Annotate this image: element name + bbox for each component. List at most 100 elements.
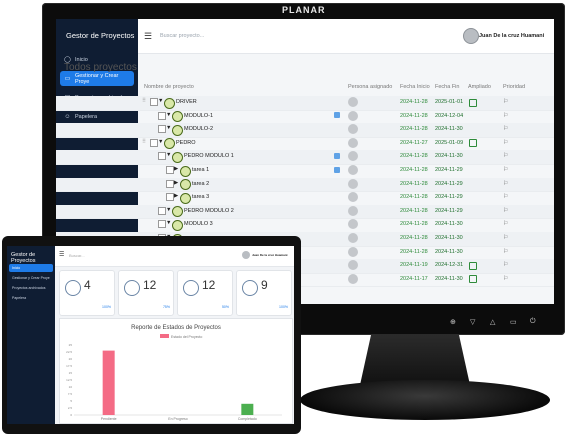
row-checkbox[interactable] (158, 206, 166, 215)
table-row[interactable]: ⠿ ▼ PEDRO 2024-11-27 2025-01-09 ⚐ (56, 137, 554, 152)
calendar-icon[interactable] (469, 275, 477, 284)
assignee-avatar[interactable] (348, 219, 358, 230)
laptop-user-name[interactable]: Juan De la cruz Huamani (252, 253, 288, 257)
laptop-search-input[interactable]: Buscar... (69, 253, 85, 258)
project-name[interactable]: PEDRO MODULO 1 (184, 153, 234, 159)
priority-flag-icon[interactable]: ⚐ (503, 275, 508, 282)
calendar-icon[interactable] (469, 98, 477, 107)
row-checkbox[interactable] (158, 125, 166, 134)
row-checkbox[interactable] (150, 138, 158, 147)
priority-flag-icon[interactable]: ⚐ (503, 248, 508, 255)
project-name[interactable]: MODULO-2 (184, 126, 213, 132)
table-row[interactable]: ▼ MODULO 3 2024-11-28 2024-11-30 ⚐ (56, 218, 554, 233)
row-checkbox[interactable] (150, 98, 158, 106)
drag-handle-icon[interactable]: ⠿ (142, 139, 146, 145)
project-name[interactable]: PEDRO MODULO 2 (184, 208, 234, 214)
comment-icon[interactable] (334, 152, 340, 159)
calendar-icon[interactable] (469, 139, 477, 148)
row-checkbox[interactable] (158, 220, 166, 229)
priority-flag-icon[interactable]: ⚐ (503, 139, 508, 146)
comment-icon[interactable] (334, 166, 340, 173)
project-name[interactable]: MODULO-1 (184, 113, 213, 119)
expand-toggle-icon[interactable]: ▼ (166, 112, 171, 118)
expand-toggle-icon[interactable]: ▼ (158, 98, 163, 104)
column-header[interactable]: Fecha Inicio (400, 84, 430, 90)
row-checkbox[interactable] (158, 152, 166, 161)
monitor-control-button[interactable]: ⊕ (450, 318, 456, 326)
row-checkbox[interactable] (166, 166, 174, 174)
column-header[interactable]: Fecha Fin (435, 84, 459, 90)
column-header[interactable]: Persona asignado (348, 84, 392, 90)
expand-toggle-icon[interactable]: ▼ (166, 152, 171, 158)
column-header[interactable]: Prioridad (503, 84, 525, 90)
priority-flag-icon[interactable]: ⚐ (503, 180, 508, 187)
assignee-avatar[interactable] (348, 233, 358, 243)
table-row[interactable]: ▶ tarea 2 2024-11-28 2024-11-29 ⚐ (56, 177, 554, 193)
column-header[interactable]: Ampliado (468, 84, 491, 90)
calendar-icon[interactable] (469, 261, 477, 270)
monitor-control-button[interactable]: ⏻ (530, 318, 536, 326)
assignee-avatar[interactable] (348, 97, 358, 107)
priority-flag-icon[interactable]: ⚐ (503, 261, 508, 268)
laptop-avatar[interactable] (242, 251, 250, 259)
priority-flag-icon[interactable]: ⚐ (503, 125, 508, 132)
user-avatar[interactable] (463, 28, 479, 44)
assignee-avatar[interactable] (348, 178, 358, 189)
laptop-sidebar-item[interactable]: Proyectos archivados (9, 284, 53, 292)
column-header[interactable]: Nombre de proyecto (144, 84, 194, 90)
priority-flag-icon[interactable]: ⚐ (503, 193, 508, 200)
laptop-menu-icon[interactable]: ☰ (59, 251, 64, 258)
sidebar-item[interactable]: ▭ Gestionar y Crear Proye (60, 71, 134, 86)
table-row[interactable]: ⠿ ▼ DRIVER 2024-11-28 2025-01-01 ⚐ (56, 96, 554, 111)
table-row[interactable]: ▼ PEDRO MODULO 2 2024-11-28 2024-11-29 ⚐ (56, 204, 554, 220)
table-row[interactable]: ▶ tarea 3 2024-11-28 2024-11-29 ⚐ (56, 191, 554, 206)
menu-icon[interactable]: ☰ (144, 31, 152, 42)
assignee-avatar[interactable] (348, 137, 358, 148)
project-name[interactable]: tarea 3 (192, 194, 209, 200)
priority-flag-icon[interactable]: ⚐ (503, 220, 508, 227)
assignee-avatar[interactable] (348, 205, 358, 216)
laptop-sidebar-item[interactable]: Gestionar y Crear Proye (9, 274, 53, 282)
priority-flag-icon[interactable]: ⚐ (503, 152, 508, 159)
monitor-control-button[interactable]: ▽ (470, 318, 475, 326)
assignee-avatar[interactable] (348, 151, 358, 162)
priority-flag-icon[interactable]: ⚐ (503, 98, 508, 105)
expand-toggle-icon[interactable]: ▼ (166, 207, 171, 213)
monitor-control-button[interactable]: △ (490, 318, 495, 326)
drag-handle-icon[interactable]: ⠿ (142, 98, 146, 104)
row-checkbox[interactable] (158, 111, 166, 120)
row-checkbox[interactable] (166, 179, 174, 188)
assignee-avatar[interactable] (348, 165, 358, 175)
laptop-sidebar-item[interactable]: Papelera (9, 294, 53, 302)
project-name[interactable]: tarea 1 (192, 167, 209, 173)
search-input[interactable]: Buscar proyecto... (160, 33, 204, 39)
priority-flag-icon[interactable]: ⚐ (503, 166, 508, 173)
assignee-avatar[interactable] (348, 246, 358, 257)
comment-icon[interactable] (334, 112, 340, 119)
monitor-control-button[interactable]: ▭ (510, 318, 517, 326)
table-row[interactable]: ▶ tarea 1 2024-11-28 2024-11-29 ⚐ (56, 164, 554, 179)
expand-toggle-icon[interactable]: ▶ (174, 180, 178, 186)
expand-toggle-icon[interactable]: ▶ (174, 166, 178, 172)
project-name[interactable]: DRIVER (176, 99, 197, 105)
assignee-avatar[interactable] (348, 260, 358, 271)
assignee-avatar[interactable] (348, 192, 358, 203)
expand-toggle-icon[interactable]: ▶ (174, 193, 178, 199)
assignee-avatar[interactable] (348, 273, 358, 284)
table-row[interactable]: ▼ MODULO-2 2024-11-28 2024-11-30 ⚐ (56, 123, 554, 138)
project-name[interactable]: tarea 2 (192, 181, 209, 187)
project-name[interactable]: MODULO 3 (184, 221, 213, 227)
table-row[interactable]: ▼ MODULO-1 2024-11-28 2024-12-04 ⚐ (56, 110, 554, 125)
expand-toggle-icon[interactable]: ▼ (158, 139, 163, 145)
assignee-avatar[interactable] (348, 110, 358, 121)
expand-toggle-icon[interactable]: ▼ (166, 220, 171, 226)
expand-toggle-icon[interactable]: ▼ (166, 125, 171, 131)
priority-flag-icon[interactable]: ⚐ (503, 112, 508, 119)
priority-flag-icon[interactable]: ⚐ (503, 207, 508, 214)
user-name[interactable]: Juan De la cruz Huamani (479, 33, 544, 39)
priority-flag-icon[interactable]: ⚐ (503, 234, 508, 241)
row-checkbox[interactable] (166, 193, 174, 202)
assignee-avatar[interactable] (348, 124, 358, 135)
laptop-sidebar-item[interactable]: Inicio (9, 264, 53, 272)
project-name[interactable]: PEDRO (176, 140, 196, 146)
